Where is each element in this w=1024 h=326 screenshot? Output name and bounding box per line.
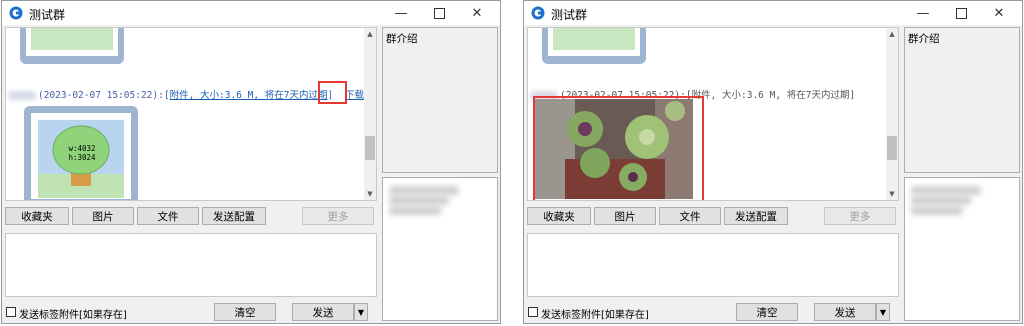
send-tag-attachment-checkbox[interactable] [6,307,16,317]
image-placeholder[interactable]: w:4032 h:3024 [24,106,138,200]
member-entry-redacted [389,186,459,195]
minimize-icon[interactable]: — [906,1,940,25]
highlight-box [318,81,347,104]
caret-down-icon[interactable]: ▼ [876,303,890,321]
close-icon[interactable]: ✕ [460,1,494,25]
minimize-icon[interactable]: — [384,1,418,25]
scroll-down-icon[interactable]: ▼ [887,189,897,199]
previous-image-thumbnail[interactable] [542,28,646,64]
group-intro-label: 群介绍 [386,33,418,45]
scroll-up-icon[interactable]: ▲ [365,29,375,39]
picture-button[interactable]: 图片 [594,207,656,225]
title-bar[interactable]: 测试群 — ✕ [524,1,1022,25]
member-entry-redacted [911,196,971,205]
image-width-label: w:4032 [68,144,95,153]
image-height-label: h:3024 [68,153,96,162]
scroll-up-icon[interactable]: ▲ [887,29,897,39]
group-intro-panel: 群介绍 [904,27,1020,173]
window-title: 测试群 [29,8,66,22]
message-header: (2023-02-07 15:05:22):[附件, 大小:3.6 M, 将在7… [8,87,364,101]
picture-button[interactable]: 图片 [72,207,134,225]
highlight-box [533,96,704,200]
member-entry-redacted [389,206,441,215]
close-icon[interactable]: ✕ [982,1,1016,25]
maximize-icon[interactable] [944,1,978,25]
message-input[interactable] [5,233,377,297]
message-input[interactable] [527,233,899,297]
previous-image-thumbnail[interactable] [20,28,124,64]
file-button[interactable]: 文件 [137,207,199,225]
image-placeholder-graphic: w:4032 h:3024 [38,120,124,198]
send-button[interactable]: 发送 [814,303,876,321]
group-intro-label: 群介绍 [908,33,940,45]
message-timestamp: (2023-02-07 15:05:22): [38,90,164,101]
favorites-button[interactable]: 收藏夹 [5,207,69,225]
scroll-thumb[interactable] [365,136,375,160]
chat-scrollbar[interactable]: ▲ ▼ [886,28,898,200]
chat-window-2: 测试群 — ✕ (2023-02-07 15:05:22):[附件, 大小:3.… [523,0,1023,324]
download-link[interactable]: 下载 [345,90,364,101]
member-list[interactable] [904,177,1020,321]
chat-scrollbar[interactable]: ▲ ▼ [364,28,376,200]
attachment-link[interactable]: 附件, 大小:3.6 M, 将在7天内过期 [170,90,328,101]
favorites-button[interactable]: 收藏夹 [527,207,591,225]
title-bar[interactable]: 测试群 — ✕ [2,1,500,25]
group-intro-panel: 群介绍 [382,27,498,173]
file-button[interactable]: 文件 [659,207,721,225]
member-list[interactable] [382,177,498,321]
member-entry-redacted [389,196,449,205]
clear-button[interactable]: 清空 [736,303,798,321]
chat-window-1: 测试群 — ✕ (2023-02-07 15:05:22):[附件, 大小:3.… [1,0,501,324]
send-config-button[interactable]: 发送配置 [202,207,266,225]
more-button[interactable]: 更多 [302,207,374,225]
attachment-text: 附件, 大小:3.6 M, 将在7天内过期 [691,90,850,101]
clear-button[interactable]: 清空 [214,303,276,321]
member-entry-redacted [911,206,963,215]
scroll-down-icon[interactable]: ▼ [365,189,375,199]
member-entry-redacted [911,186,981,195]
sender-name-redacted [8,91,36,100]
send-tag-attachment-label: 发送标签附件[如果存在] [541,310,649,321]
caret-down-icon[interactable]: ▼ [354,303,368,321]
window-title: 测试群 [551,8,588,22]
send-tag-attachment-label: 发送标签附件[如果存在] [19,310,127,321]
chat-history[interactable]: (2023-02-07 15:05:22):[附件, 大小:3.6 M, 将在7… [527,27,899,201]
more-button[interactable]: 更多 [824,207,896,225]
chat-history[interactable]: (2023-02-07 15:05:22):[附件, 大小:3.6 M, 将在7… [5,27,377,201]
send-button[interactable]: 发送 [292,303,354,321]
scroll-thumb[interactable] [887,136,897,160]
maximize-icon[interactable] [422,1,456,25]
send-config-button[interactable]: 发送配置 [724,207,788,225]
send-tag-attachment-checkbox[interactable] [528,307,538,317]
app-logo-icon [9,6,23,20]
app-logo-icon [531,6,545,20]
